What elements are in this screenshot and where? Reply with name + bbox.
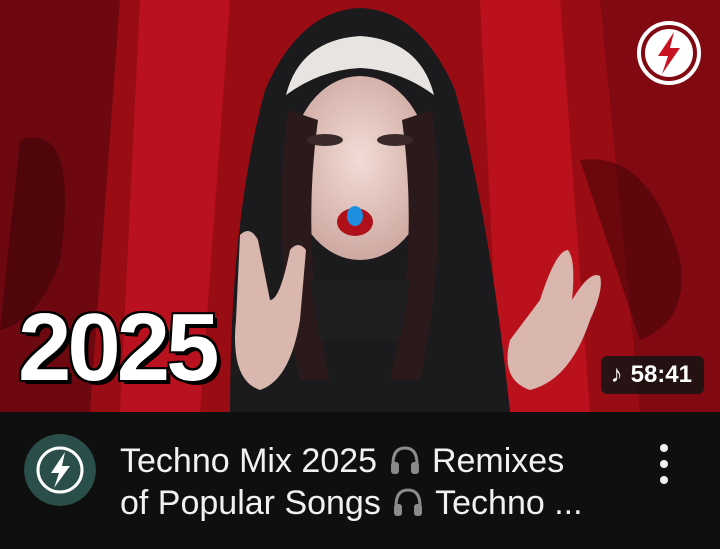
- duration-badge: ♪ 58:41: [600, 356, 704, 394]
- headphones-icon: [390, 446, 419, 474]
- video-card[interactable]: 2025 ♪ 58:41 Techno Mix 2025 Remixes of …: [0, 0, 720, 549]
- menu-dot: [660, 444, 668, 452]
- duration-text: 58:41: [630, 361, 692, 388]
- video-title-line-1: Techno Mix 2025 Remixes: [120, 442, 565, 480]
- video-meta: Techno Mix 2025 Remixes of Popular Songs…: [0, 412, 720, 549]
- video-title-line-2: of Popular Songs Techno ...: [120, 484, 583, 522]
- thumbnail-year-text: 2025: [18, 294, 220, 401]
- headphones-icon: [394, 488, 423, 516]
- menu-dot: [660, 476, 668, 484]
- video-thumbnail[interactable]: 2025 ♪ 58:41: [0, 0, 720, 412]
- music-note-icon: ♪: [610, 361, 623, 388]
- kebab-menu-icon[interactable]: [654, 444, 674, 484]
- video-title[interactable]: Techno Mix 2025 Remixes of Popular Songs…: [120, 440, 640, 524]
- channel-avatar[interactable]: [24, 434, 96, 506]
- menu-dot: [660, 460, 668, 468]
- lightning-bolt-icon: [637, 21, 701, 85]
